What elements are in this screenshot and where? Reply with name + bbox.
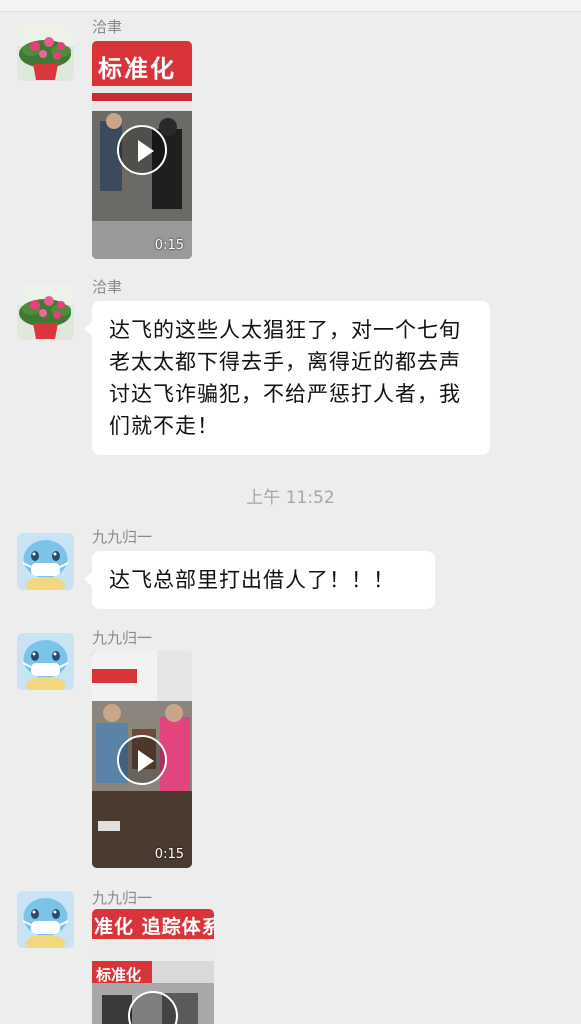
cartoon-avatar-icon (17, 633, 74, 690)
video-duration: 0:15 (154, 847, 184, 862)
flower-avatar-icon (17, 24, 74, 81)
video-thumbnail[interactable]: 0:15 (92, 651, 192, 868)
sender-name: 洽聿 (92, 278, 123, 296)
avatar[interactable] (17, 533, 74, 590)
play-icon[interactable] (117, 734, 167, 785)
sender-name: 九九归一 (92, 889, 153, 907)
sender-name: 洽聿 (92, 18, 123, 36)
sender-name: 九九归一 (92, 629, 153, 647)
flower-avatar-icon (17, 283, 74, 340)
video-caption: 准化 追踪体系 (94, 916, 214, 938)
video-thumbnail[interactable]: 准化 追踪体系 标准化 (92, 909, 214, 1024)
avatar[interactable] (17, 891, 74, 948)
sender-name: 九九归一 (92, 528, 153, 546)
video-caption: 标准化 (96, 966, 142, 984)
avatar[interactable] (17, 633, 74, 690)
video-duration: 0:15 (154, 238, 184, 253)
timestamp: 上午 11:52 (246, 488, 335, 508)
cartoon-avatar-icon (17, 533, 74, 590)
message-bubble[interactable]: 达飞的这些人太猖狂了，对一个七旬老太太都下得去手，离得近的都去声讨达飞诈骗犯，不… (84, 301, 490, 455)
top-divider (0, 0, 581, 12)
avatar[interactable] (17, 283, 74, 340)
cartoon-avatar-icon (17, 891, 74, 948)
video-caption: 标准化 (98, 55, 176, 83)
message-bubble[interactable]: 达飞总部里打出借人了！！！ (84, 551, 435, 609)
avatar[interactable] (17, 24, 74, 81)
video-thumbnail[interactable]: 标准化 0:15 (92, 41, 192, 259)
play-icon[interactable] (117, 125, 167, 175)
